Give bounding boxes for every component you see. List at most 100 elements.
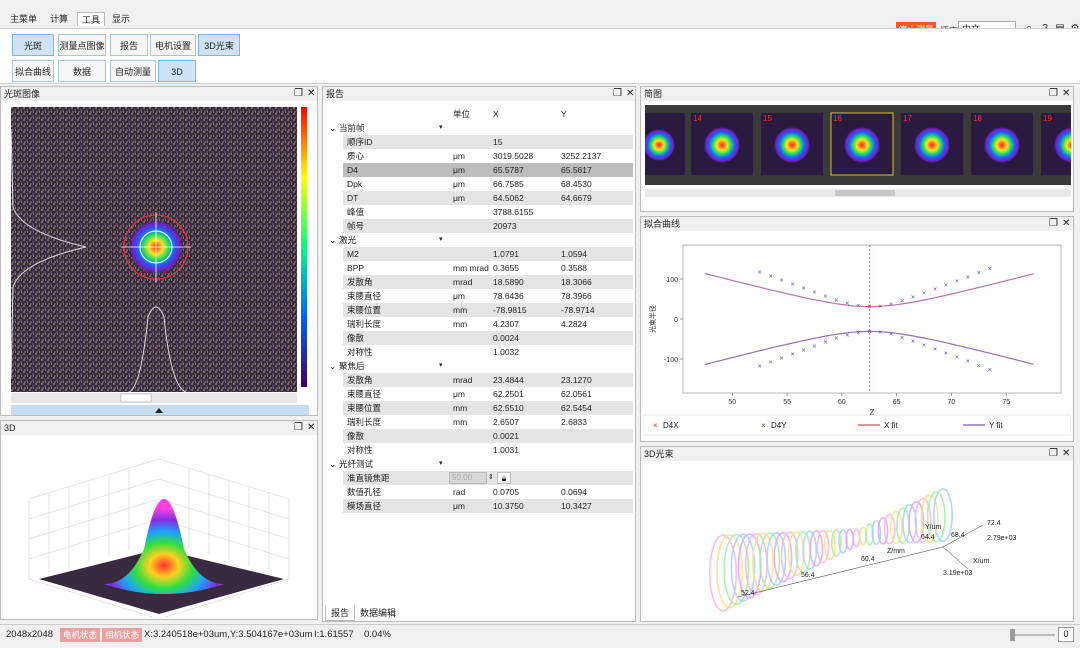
float-icon[interactable]: ❐ xyxy=(294,421,303,435)
thumbnail[interactable]: 17 xyxy=(901,113,963,175)
close-icon[interactable]: ✕ xyxy=(626,87,634,101)
table-row[interactable]: 对称性 1.0032 xyxy=(327,345,632,359)
measure-image-button[interactable]: 测量点图像 xyxy=(58,34,106,56)
thumbnail[interactable]: 16 xyxy=(830,112,894,176)
group-header[interactable]: ⌄ 当前帧 ▾ xyxy=(327,121,632,135)
focal-length-input[interactable]: 50.00 xyxy=(449,472,487,484)
group-header[interactable]: ⌄ 聚焦后 ▾ xyxy=(327,359,632,373)
axis-label: 60.4 xyxy=(861,556,875,563)
table-row[interactable]: 束腰位置 mm -78.9815 -78.9714 xyxy=(327,303,633,317)
table-row[interactable]: 帧号 20973 xyxy=(327,219,633,233)
close-icon[interactable]: ✕ xyxy=(307,87,315,101)
data-point-d4y: × xyxy=(758,364,762,371)
zoom-slider[interactable] xyxy=(1010,634,1055,636)
float-icon[interactable]: ❐ xyxy=(1049,87,1058,101)
thumbnail[interactable] xyxy=(645,113,685,175)
zoom-value-field[interactable]: 0 xyxy=(1058,627,1074,642)
legend-marker: × xyxy=(761,421,766,430)
group-header[interactable]: ⌄ 光纤测试 ▾ xyxy=(327,457,632,471)
table-row[interactable]: Dpk μm 66.7585 68.4530 xyxy=(327,177,632,191)
thumbnail-strip[interactable]: 14 15 16 17 18 19 xyxy=(645,105,1071,207)
chevron-down-icon[interactable]: ⌄ xyxy=(329,359,336,373)
group-header[interactable]: ⌄ 激光 ▾ xyxy=(327,233,632,247)
chevron-down-icon[interactable]: ⌄ xyxy=(329,233,336,247)
float-icon[interactable]: ❐ xyxy=(294,87,303,101)
row-label: BPP xyxy=(347,263,365,273)
close-icon[interactable]: ✕ xyxy=(1062,447,1070,461)
beam-3d-button[interactable]: 3D光束 xyxy=(198,34,240,56)
float-icon[interactable]: ❐ xyxy=(1049,447,1058,461)
data-point-d4x: × xyxy=(988,266,992,273)
table-row[interactable]: M2 1.0791 1.0594 xyxy=(327,247,633,261)
table-row[interactable]: 模场直径 μm 10.3750 10.3427 xyxy=(327,499,633,513)
thumb-scroll-handle[interactable] xyxy=(835,190,895,196)
chevron-down-icon[interactable]: ⌄ xyxy=(329,121,336,135)
zoom-slider-handle[interactable] xyxy=(1010,629,1015,641)
beam-spot-button[interactable]: 光斑 xyxy=(12,34,54,56)
beam-3d-plot[interactable]: 52.4 56.4 60.4 Z/mm 64.4 68.4 Y/um 72.4 2.79e+03… xyxy=(643,465,1071,621)
table-row[interactable]: 准直镜焦距 50.00 ⇕ 🔒︎ xyxy=(327,471,633,485)
axis-label: X/um xyxy=(973,558,990,565)
table-row[interactable]: 瑞利长度 mm 2.6507 2.6833 xyxy=(327,415,632,429)
row-unit: mm mrad xyxy=(453,263,489,273)
table-row[interactable]: 束腰直径 μm 78.6436 78.3966 xyxy=(327,289,632,303)
menu-main[interactable]: 主菜单 xyxy=(6,12,41,26)
table-row[interactable]: DT μm 64.5062 64.6679 xyxy=(327,191,633,205)
close-icon[interactable]: ✕ xyxy=(307,421,315,435)
lock-icon[interactable]: 🔒︎ xyxy=(497,472,511,484)
motor-settings-button[interactable]: 电机设置 xyxy=(150,34,196,56)
table-row[interactable]: 发散角 mrad 23.4844 23.1270 xyxy=(327,373,633,387)
dropdown-arrow-icon: ▾ xyxy=(439,236,443,243)
data-button[interactable]: 数据 xyxy=(58,60,106,82)
close-icon[interactable]: ✕ xyxy=(1062,87,1070,101)
spinner-icon[interactable]: ⇕ xyxy=(488,471,494,485)
chevron-down-icon[interactable]: ⌄ xyxy=(329,457,336,471)
fit-curve-chart[interactable]: 50 55 60 65 70 751000-100Z光束半径×××××××× × × × × × ××… xyxy=(643,235,1071,441)
table-row[interactable]: 对称性 1.0031 xyxy=(327,443,632,457)
data-point-d4x: × xyxy=(834,298,838,305)
x-tick-label: 60 xyxy=(838,399,846,406)
surface-3d-plot[interactable] xyxy=(9,439,309,617)
thumbnail[interactable]: 14 xyxy=(691,113,753,175)
auto-measure-button[interactable]: 自动测量 xyxy=(110,60,156,82)
legend-label: D4Y xyxy=(771,421,787,430)
status-bar: 2048x2048 电机状态 相机状态 X:3.240518e+03um,Y:3… xyxy=(0,624,1080,644)
row-value-x: 10.3750 xyxy=(493,501,524,511)
data-point-d4x: × xyxy=(900,298,904,305)
menu-tools[interactable]: 工具 xyxy=(77,12,106,26)
table-row[interactable]: 像散 0.0021 xyxy=(327,429,633,443)
table-row[interactable]: 数值孔径 rad 0.0705 0.0694 xyxy=(327,485,632,499)
row-value-y: 1.0594 xyxy=(561,249,587,259)
table-row[interactable]: BPP mm mrad 0.3655 0.3588 xyxy=(327,261,632,275)
table-row[interactable]: 束腰直径 μm 62.2501 62.0561 xyxy=(327,387,632,401)
table-row[interactable]: 像散 0.0024 xyxy=(327,331,633,345)
menu-calc[interactable]: 计算 xyxy=(46,12,72,26)
menu-display[interactable]: 显示 xyxy=(108,12,134,26)
close-icon[interactable]: ✕ xyxy=(1062,217,1070,231)
thumbnail[interactable]: 19 xyxy=(1041,113,1071,175)
report-button[interactable]: 报告 xyxy=(110,34,148,56)
view-3d-button[interactable]: 3D xyxy=(158,60,196,82)
row-value-y: 23.1270 xyxy=(561,375,592,385)
fit-curve-button[interactable]: 拟合曲线 xyxy=(12,60,54,82)
float-icon[interactable]: ❐ xyxy=(1049,217,1058,231)
table-row[interactable]: 顺序ID 15 xyxy=(327,135,633,149)
thumbnail-label: 15 xyxy=(763,114,772,123)
x-tick-label: 55 xyxy=(783,399,791,406)
tab-data-edit[interactable]: 数据编辑 xyxy=(355,605,401,621)
data-point-d4x: × xyxy=(856,303,860,310)
table-row[interactable]: D4 μm 65.5787 65.5617 xyxy=(327,163,633,177)
table-row[interactable]: 瑞利长度 mm 4.2307 4.2824 xyxy=(327,317,632,331)
data-point-d4x: × xyxy=(977,270,981,277)
float-icon[interactable]: ❐ xyxy=(613,87,622,101)
tab-report[interactable]: 报告 xyxy=(325,605,356,621)
thumbnail[interactable]: 18 xyxy=(971,113,1033,175)
dropdown-arrow-icon: ▾ xyxy=(439,460,443,467)
table-row[interactable]: 质心 μm 3019.5028 3252.2137 xyxy=(327,149,632,163)
data-point-d4x: × xyxy=(944,283,948,290)
group-label: 激光 xyxy=(339,235,357,245)
table-row[interactable]: 发散角 mrad 18.5890 18.3066 xyxy=(327,275,633,289)
thumbnail[interactable]: 15 xyxy=(761,113,823,175)
table-row[interactable]: 峰值 3788.6155 xyxy=(327,205,632,219)
table-row[interactable]: 束腰位置 mm 62.5510 62.5454 xyxy=(327,401,633,415)
